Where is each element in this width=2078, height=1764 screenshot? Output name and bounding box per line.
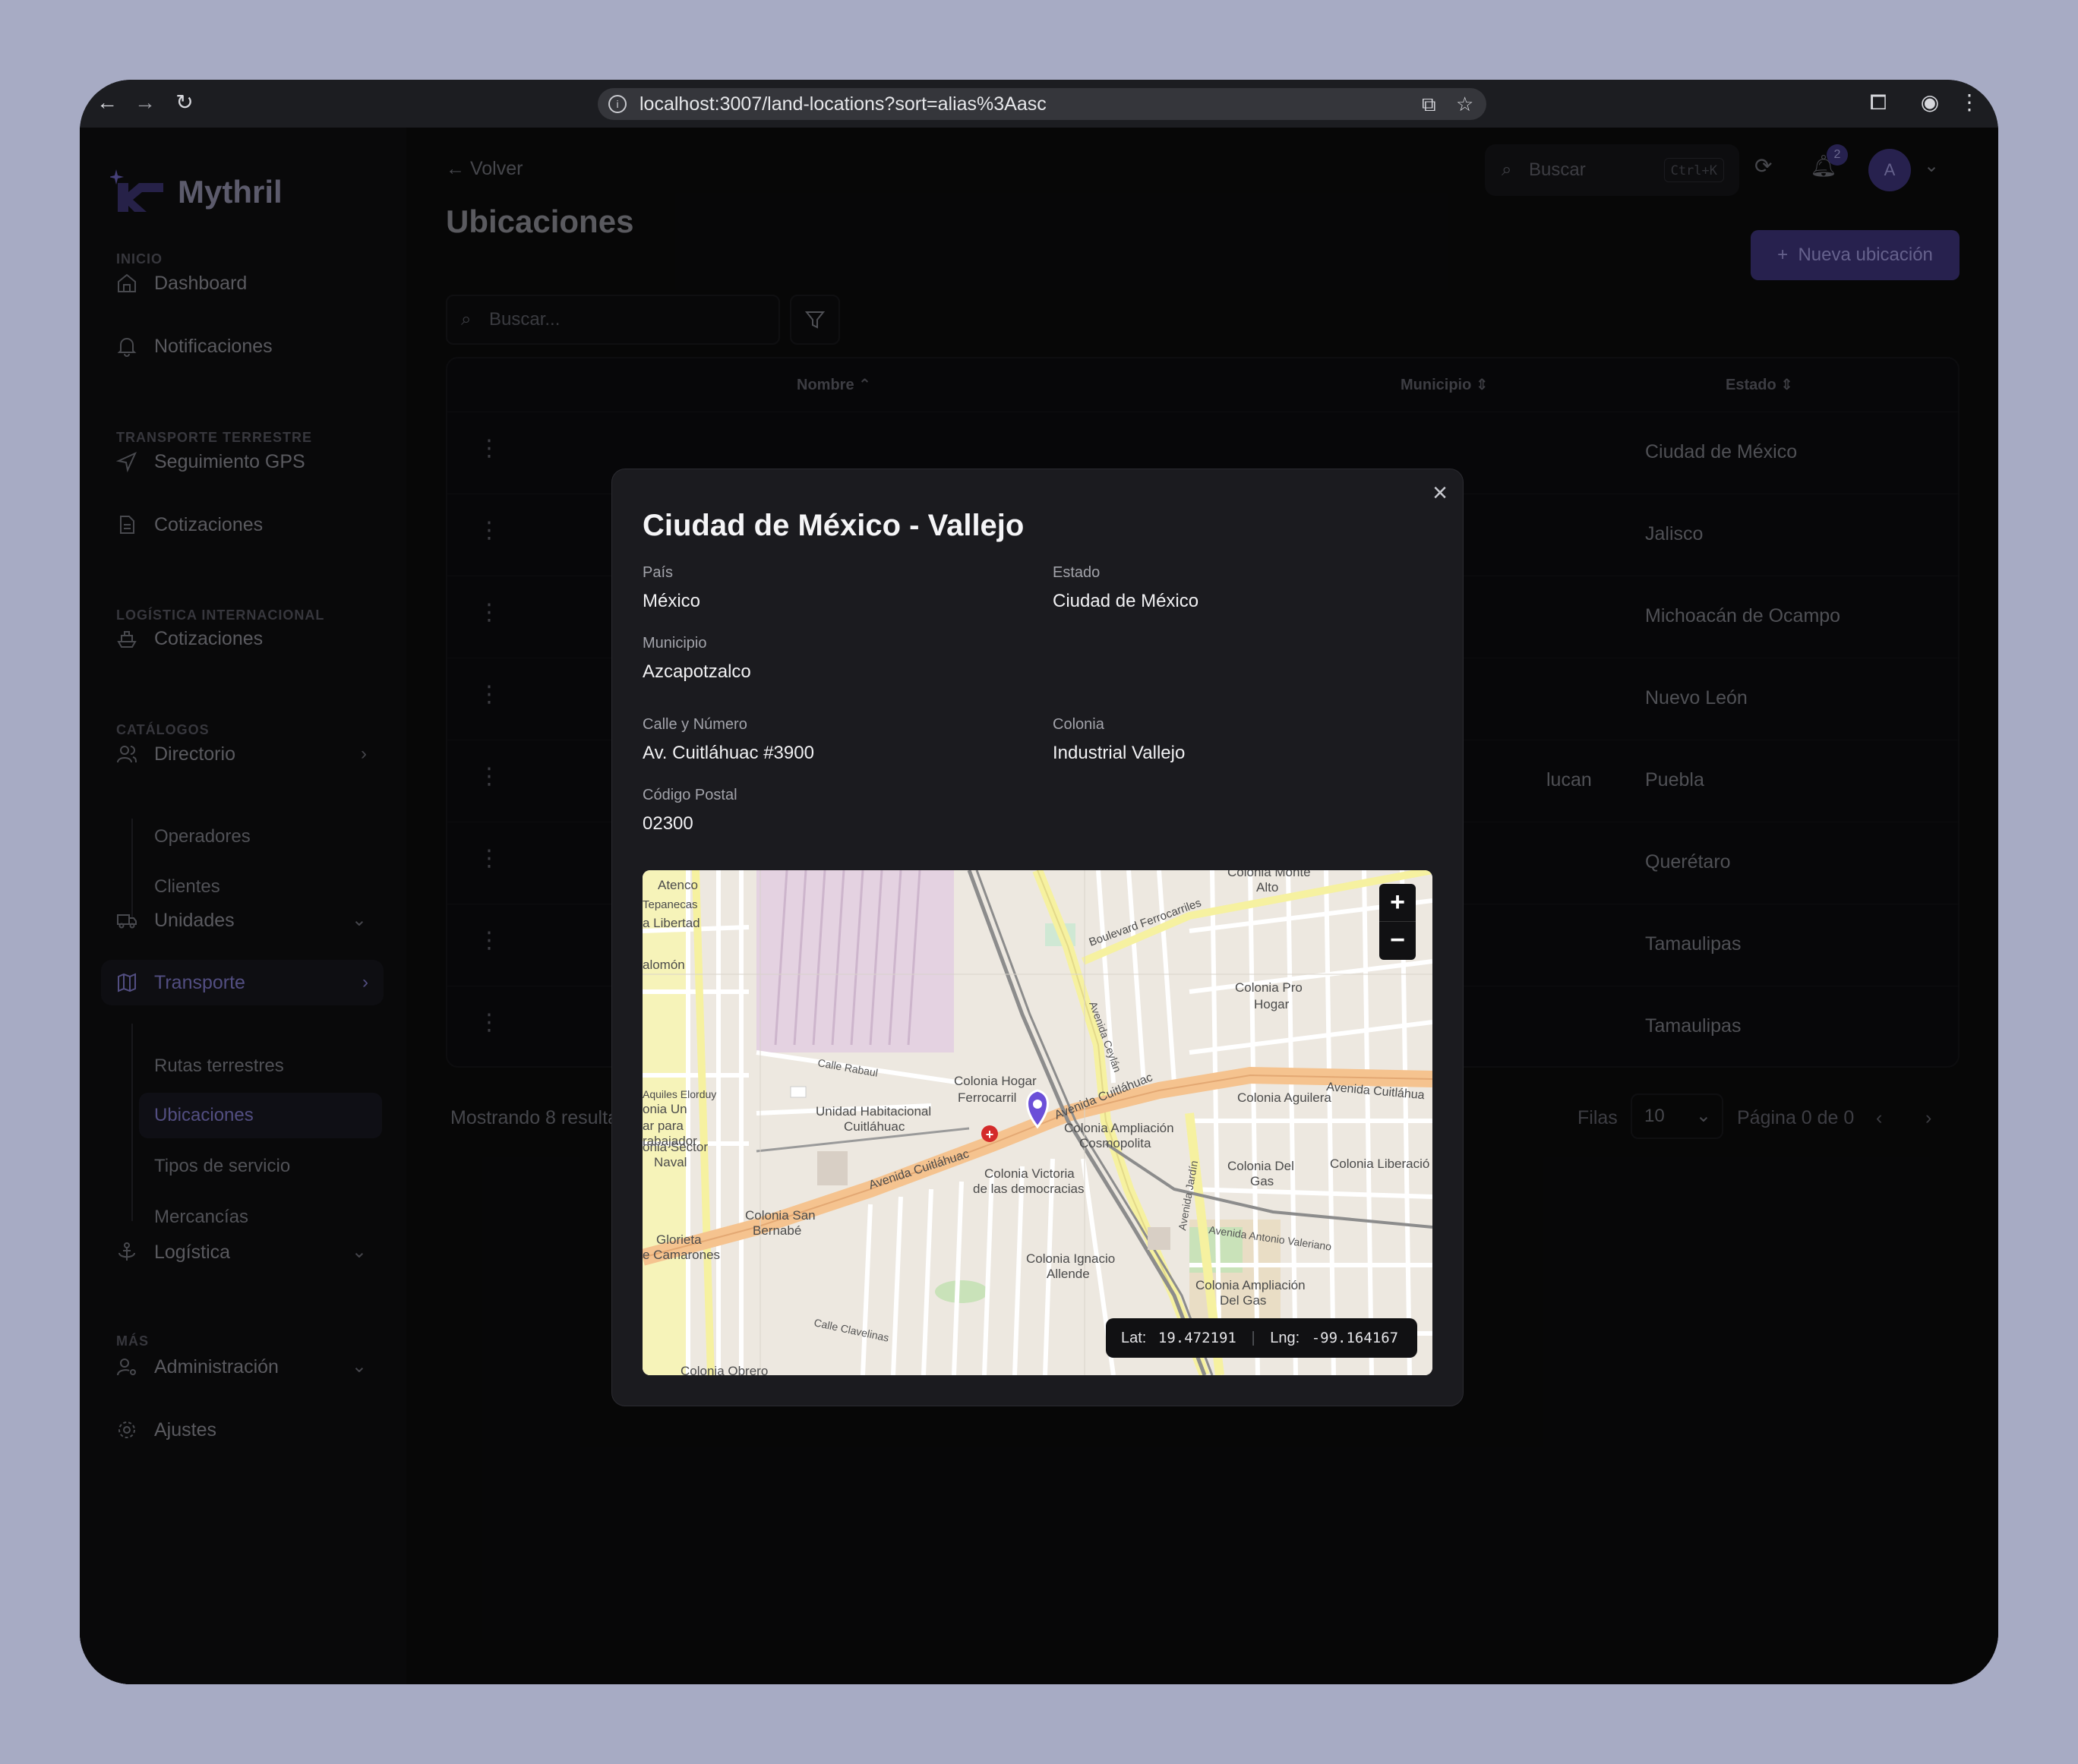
map-label: Bernabé: [753, 1223, 801, 1238]
map-label: de las democracias: [973, 1182, 1084, 1196]
map-label: Avenida Cuitláhuac: [867, 1147, 971, 1192]
map-label: Colonia Ampliación: [1064, 1121, 1174, 1135]
map-label: alomón: [643, 958, 685, 972]
map-labels: Atenco Tepanecas a Libertad alomón Colon…: [643, 870, 1429, 1375]
install-app-icon[interactable]: ⧉: [1422, 88, 1436, 120]
map-label: Colonia Liberació: [1330, 1157, 1429, 1171]
map-label: Colonia Pro: [1235, 980, 1303, 995]
forward-arrow-icon[interactable]: →: [131, 89, 159, 116]
map-label: Hogar: [1254, 997, 1290, 1011]
cp-value: 02300: [643, 813, 693, 834]
browser-window: ← → ↻ i localhost:3007/land-locations?so…: [80, 80, 1998, 1684]
map-label: Atenco: [658, 878, 698, 892]
lat-label: Lat:: [1121, 1330, 1147, 1346]
map-label: a Libertad: [643, 916, 700, 930]
browser-menu-icon[interactable]: ⋮: [1956, 89, 1983, 116]
map-label: Avenida Jardín: [1176, 1160, 1200, 1232]
location-detail-modal: × Ciudad de México - Vallejo País México…: [611, 469, 1464, 1406]
close-icon[interactable]: ×: [1432, 478, 1448, 508]
map-label: Avenida Cuitláhuac: [1053, 1071, 1154, 1122]
map-label: Unidad Habitacional: [816, 1104, 931, 1119]
cp-label: Código Postal: [643, 787, 737, 803]
map-label: Ferrocarril: [958, 1090, 1016, 1105]
browser-toolbar: ← → ↻ i localhost:3007/land-locations?so…: [80, 80, 1998, 128]
lng-label: Lng:: [1270, 1330, 1300, 1346]
map-label: rabajador: [643, 1134, 697, 1148]
pais-value: México: [643, 591, 701, 611]
zoom-in-button[interactable]: +: [1379, 884, 1416, 922]
map-label: Calle Rabaul: [816, 1056, 879, 1079]
estado-label: Estado: [1053, 564, 1101, 581]
map-label: e Camarones: [643, 1248, 720, 1262]
lat-value: 19.472191: [1157, 1330, 1236, 1346]
map-label: Colonia San: [745, 1208, 816, 1223]
pais-label: País: [643, 564, 674, 581]
back-arrow-icon[interactable]: ←: [93, 89, 121, 116]
extensions-icon[interactable]: ⧠: [1865, 89, 1892, 116]
calle-value: Av. Cuitláhuac #3900: [643, 743, 814, 763]
modal-title: Ciudad de México - Vallejo: [643, 509, 1025, 542]
map-label: Colonia Ignacio: [1026, 1251, 1115, 1266]
map-label: Del Gas: [1220, 1293, 1266, 1308]
profile-icon[interactable]: ◉: [1916, 89, 1944, 116]
colonia-label: Colonia: [1053, 716, 1104, 733]
map-label: Cosmopolita: [1079, 1136, 1151, 1150]
map-label: Colonia Victoria: [984, 1166, 1075, 1181]
map-label: Colonia Aguilera: [1237, 1090, 1331, 1105]
map-zoom-control: + −: [1379, 884, 1416, 960]
map-label: Calle Clavelinas: [813, 1316, 890, 1344]
map-label: Avenida Ceylán: [1087, 1000, 1123, 1074]
map-label: Allende: [1047, 1267, 1090, 1281]
bookmark-star-icon[interactable]: ☆: [1456, 88, 1473, 120]
location-map[interactable]: + Atenco Tepanecas a Libertad alomón Col…: [643, 870, 1432, 1375]
url-text: localhost:3007/land-locations?sort=alias…: [640, 93, 1047, 115]
zoom-out-button[interactable]: −: [1379, 922, 1416, 960]
estado-value: Ciudad de México: [1053, 591, 1199, 611]
map-label: Tepanecas: [643, 898, 698, 911]
address-bar[interactable]: i localhost:3007/land-locations?sort=ali…: [598, 88, 1486, 120]
map-label: Colonia Obrero: [681, 1364, 768, 1375]
map-label: Glorieta: [656, 1232, 702, 1247]
municipio-label: Municipio: [643, 635, 707, 652]
lng-value: -99.164167: [1311, 1330, 1399, 1346]
site-info-icon[interactable]: i: [608, 95, 627, 113]
map-label: Boulevard Ferrocarriles: [1088, 896, 1203, 948]
colonia-value: Industrial Vallejo: [1053, 743, 1186, 763]
map-label: ar para: [643, 1119, 684, 1133]
map-label: Colonia Monte: [1227, 870, 1311, 879]
coordinates-readout: Lat: 19.472191 | Lng: -99.164167: [1106, 1318, 1417, 1358]
municipio-value: Azcapotzalco: [643, 661, 751, 682]
map-label: onia Un: [643, 1102, 687, 1116]
reload-icon[interactable]: ↻: [171, 89, 198, 116]
map-label: Alto: [1256, 880, 1278, 895]
map-label: Colonia Ampliación: [1195, 1278, 1306, 1292]
map-label: Gas: [1250, 1174, 1274, 1188]
calle-label: Calle y Número: [643, 716, 747, 733]
coords-divider: |: [1251, 1330, 1255, 1346]
map-label: Avenida Cuitláhua: [1326, 1081, 1426, 1102]
map-label: Naval: [654, 1155, 687, 1169]
map-label: Aquiles Elorduy: [643, 1088, 716, 1100]
map-label: Colonia Hogar: [954, 1074, 1037, 1088]
map-label: Cuitláhuac: [844, 1119, 905, 1134]
map-label: Avenida Antonio Valeriano: [1208, 1223, 1333, 1253]
map-label: Colonia Del: [1227, 1159, 1294, 1173]
